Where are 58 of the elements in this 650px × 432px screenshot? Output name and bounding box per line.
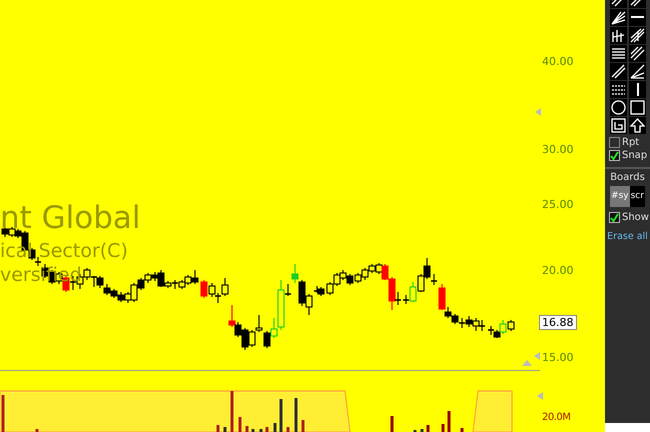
board-tab[interactable]: scr bbox=[630, 186, 645, 207]
volume-bar bbox=[36, 429, 38, 432]
volume-band bbox=[472, 390, 512, 432]
symbol-name: nt Global bbox=[0, 203, 141, 234]
volume-bar bbox=[246, 426, 248, 432]
drawing-tool-icon[interactable] bbox=[628, 117, 646, 134]
volume-bar bbox=[286, 427, 290, 432]
checkbox[interactable] bbox=[609, 137, 620, 148]
drawing-tool-icon[interactable] bbox=[628, 45, 646, 62]
price-axis-label: 20.00 bbox=[542, 265, 574, 276]
volume-bar bbox=[238, 417, 242, 432]
drawing-tool-icon[interactable] bbox=[610, 27, 626, 44]
marker-icon bbox=[535, 108, 541, 116]
price-axis-label: 30.00 bbox=[542, 144, 574, 155]
drawing-tool-icon[interactable] bbox=[628, 27, 646, 44]
drawing-tool-icon[interactable] bbox=[610, 99, 626, 116]
board-tab[interactable]: #sy bbox=[610, 186, 630, 207]
volume-bar bbox=[266, 427, 268, 432]
drawing-tool-icon[interactable] bbox=[610, 45, 626, 62]
checkbox[interactable] bbox=[609, 212, 620, 223]
volume-bar bbox=[230, 391, 234, 432]
drawing-tool-icon[interactable] bbox=[628, 63, 646, 80]
marker-icon bbox=[522, 360, 532, 366]
marker-icon bbox=[537, 392, 543, 400]
volume-bar bbox=[420, 429, 424, 432]
volume-bar bbox=[274, 423, 276, 432]
volume-axis-label: 20.0M bbox=[542, 413, 570, 423]
drawing-tool-icon[interactable] bbox=[610, 117, 626, 134]
volume-bar bbox=[460, 428, 464, 432]
volume-bar bbox=[294, 398, 298, 432]
volume-bar bbox=[442, 424, 444, 432]
drawing-tool-icon[interactable] bbox=[628, 99, 646, 116]
volume-bar bbox=[448, 411, 450, 432]
drawing-tool-icon[interactable] bbox=[610, 81, 626, 98]
drawing-tool-icon[interactable] bbox=[628, 81, 646, 98]
price-axis-label: 15.00 bbox=[542, 352, 574, 363]
volume-bar bbox=[302, 420, 304, 432]
option-label: Rpt bbox=[622, 138, 640, 148]
volume-bar bbox=[252, 429, 254, 432]
erase-all-link[interactable]: Erase all bbox=[607, 232, 648, 242]
volume-bar bbox=[260, 429, 262, 432]
volume-bar bbox=[216, 425, 220, 432]
checkbox[interactable] bbox=[609, 150, 620, 161]
drawing-tool-icon[interactable] bbox=[610, 63, 626, 80]
price-axis-label: 40.00 bbox=[542, 56, 574, 67]
marker-icon bbox=[534, 352, 540, 360]
volume-bar bbox=[280, 399, 282, 432]
show-label: Show bbox=[622, 212, 649, 222]
option-label: Snap bbox=[622, 150, 648, 160]
last-price-label: 16.88 bbox=[539, 315, 576, 330]
price-axis-label: 25.00 bbox=[542, 199, 574, 210]
volume-bar bbox=[2, 395, 4, 432]
drawing-tool-icon[interactable] bbox=[628, 9, 646, 26]
volume-bar bbox=[426, 425, 430, 432]
volume-bar bbox=[390, 416, 394, 432]
volume-bar bbox=[224, 427, 226, 432]
boards-label: Boards bbox=[610, 173, 645, 183]
drawing-tool-icon[interactable] bbox=[610, 9, 626, 26]
